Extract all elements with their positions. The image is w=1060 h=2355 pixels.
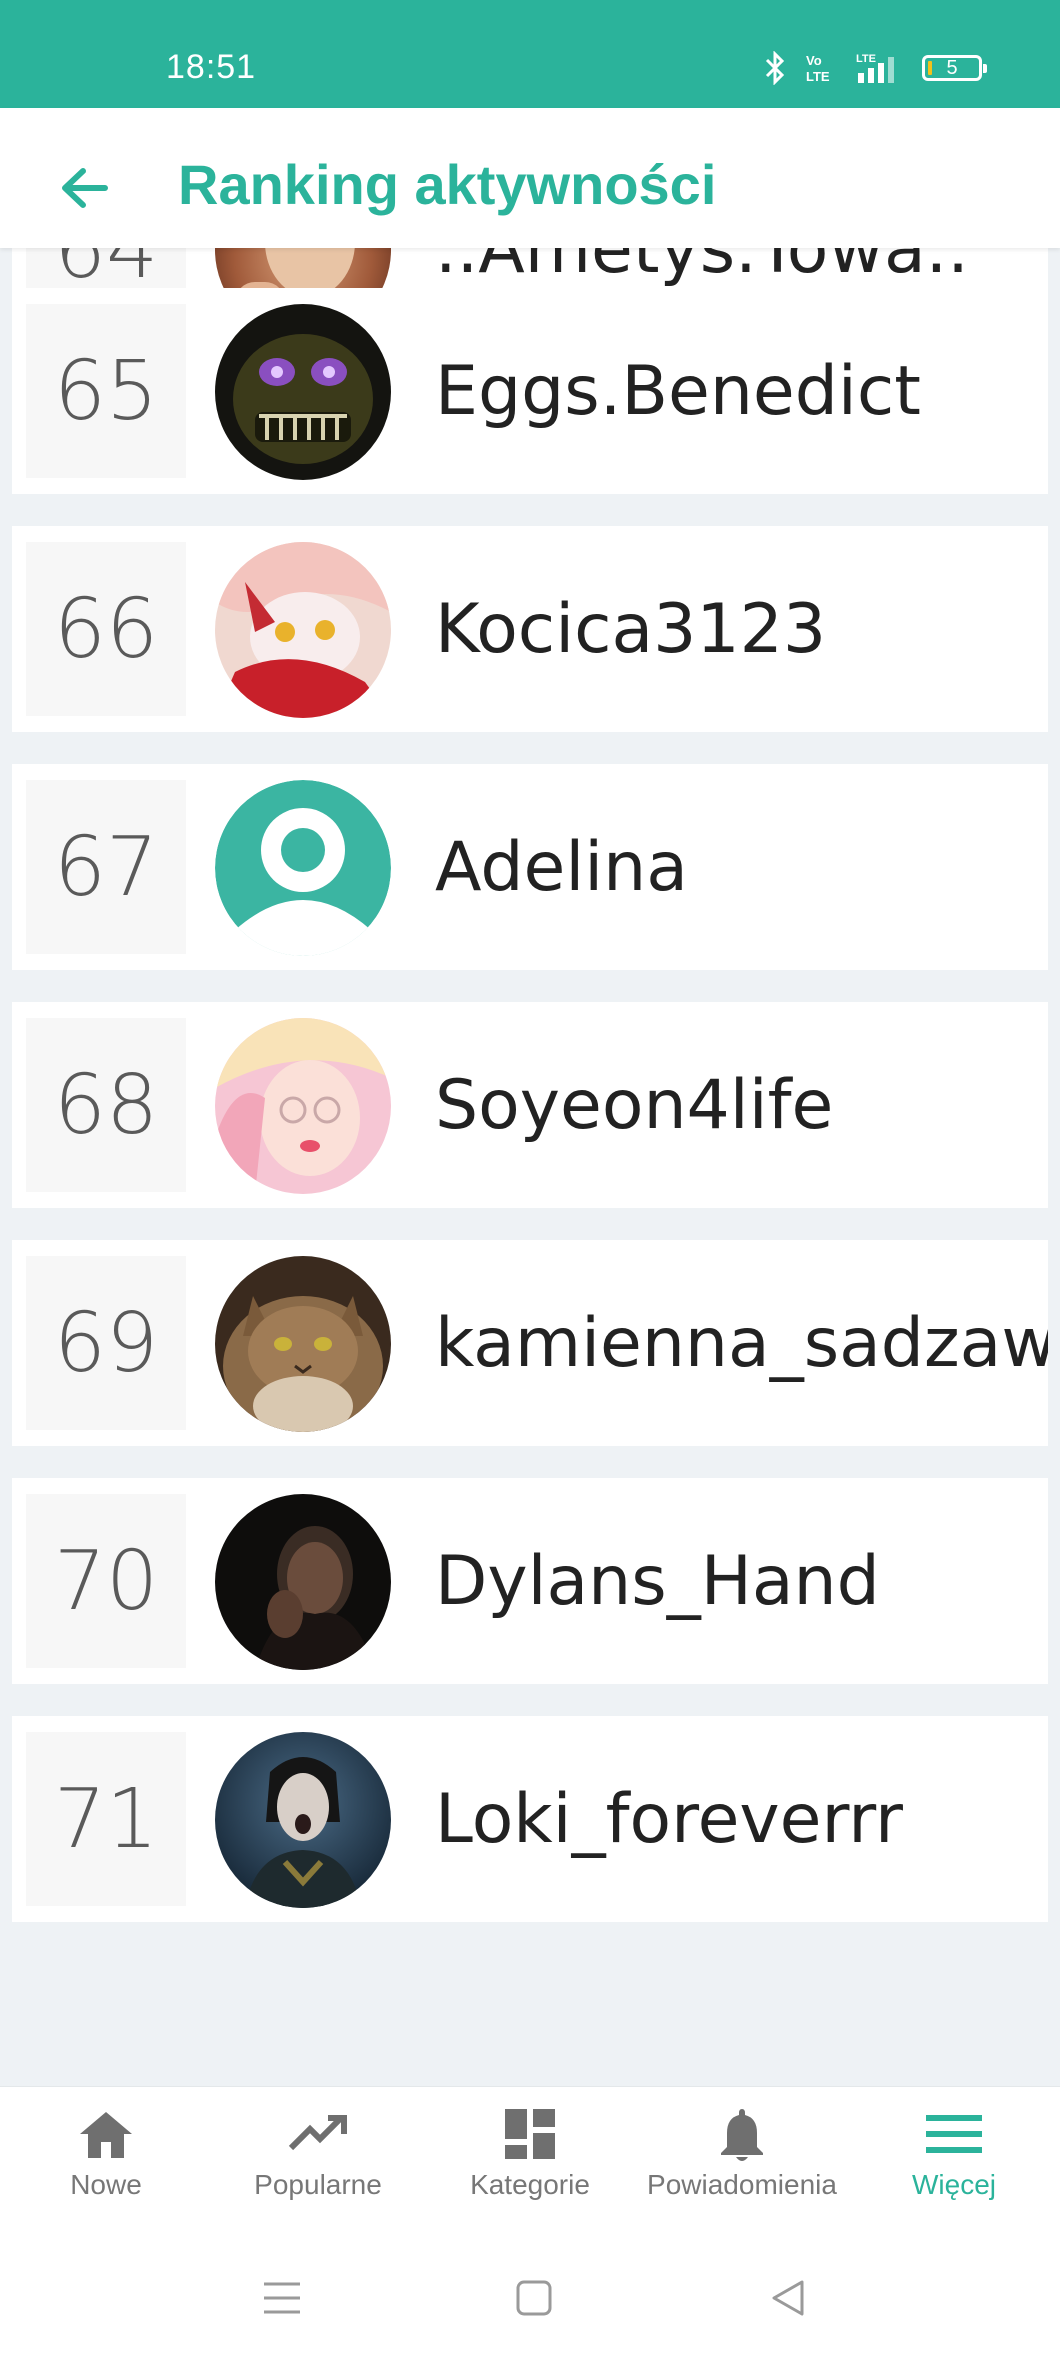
svg-text:LTE: LTE <box>806 69 830 84</box>
rank-box: 70 <box>26 1494 186 1668</box>
ranking-row[interactable]: 71 Loki_foreverrr <box>12 1716 1048 1922</box>
home-button[interactable] <box>504 2268 564 2328</box>
ranking-row[interactable]: 68 Soyeon4life <box>12 1002 1048 1208</box>
username[interactable]: Soyeon4life <box>435 1002 833 1208</box>
nav-item-kategorie[interactable]: Kategorie <box>424 2087 636 2235</box>
rank-number: 65 <box>53 343 159 439</box>
recent-apps-button[interactable] <box>252 2268 312 2328</box>
nav-label: Nowe <box>70 2169 142 2200</box>
menu-icon <box>926 2103 982 2165</box>
nav-label: Więcej <box>911 2169 996 2200</box>
username[interactable]: Eggs.Benedict <box>435 288 921 494</box>
ranking-row[interactable]: 65 Eggs.Benedict <box>12 288 1048 494</box>
default-avatar-icon[interactable] <box>215 780 391 956</box>
volte-icon: Vo LTE <box>804 51 830 85</box>
home-icon <box>78 2103 134 2165</box>
status-bar: 18:51 Vo LTE LTE 5 <box>0 0 1060 108</box>
app-bar: Ranking aktywności <box>0 108 1060 248</box>
avatar[interactable] <box>215 1018 391 1194</box>
rank-box: 69 <box>26 1256 186 1430</box>
triangle-back-icon <box>772 2280 804 2316</box>
svg-text:LTE: LTE <box>856 53 876 65</box>
avatar[interactable] <box>215 1732 391 1908</box>
rank-box: 68 <box>26 1018 186 1192</box>
ranking-list[interactable]: 64 ..Ametys.Towa.. 65 Eggs.Benedict 66 K… <box>0 248 1060 2088</box>
ranking-row[interactable]: 69 kamienna_sadzawka <box>12 1240 1048 1446</box>
svg-text:Vo: Vo <box>806 53 822 68</box>
nav-item-nowe[interactable]: Nowe <box>0 2087 212 2235</box>
avatar[interactable] <box>215 542 391 718</box>
rank-box: 66 <box>26 542 186 716</box>
rank-number: 70 <box>53 1533 159 1629</box>
system-nav-bar <box>0 2234 1060 2355</box>
nav-label: Kategorie <box>470 2169 590 2200</box>
battery-icon: 5 <box>922 55 987 81</box>
username[interactable]: kamienna_sadzawka <box>435 1240 1048 1446</box>
nav-item-popularne[interactable]: Popularne <box>212 2087 424 2235</box>
rank-number: 66 <box>53 581 159 677</box>
bottom-nav: Nowe Popularne Kategorie Powiadomienia W… <box>0 2086 1060 2235</box>
status-icons: Vo LTE LTE 5 <box>764 48 987 88</box>
rank-number: 71 <box>53 1771 159 1867</box>
rank-box: 71 <box>26 1732 186 1906</box>
menu-lines-icon <box>264 2282 300 2314</box>
trending-icon <box>288 2103 348 2165</box>
dashboard-icon <box>503 2103 557 2165</box>
username[interactable]: Kocica3123 <box>435 526 826 732</box>
arrow-left-icon <box>62 168 108 208</box>
rank-box: 65 <box>26 304 186 478</box>
avatar[interactable] <box>215 1256 391 1432</box>
page-title: Ranking aktywności <box>178 153 717 216</box>
rank-number: 68 <box>53 1057 159 1153</box>
avatar[interactable] <box>215 1494 391 1670</box>
battery-level: 5 <box>946 56 958 79</box>
rank-box: 67 <box>26 780 186 954</box>
nav-item-wiecej[interactable]: Więcej <box>848 2087 1060 2235</box>
ranking-row[interactable]: 67 Adelina <box>12 764 1048 970</box>
ranking-row[interactable]: 70 Dylans_Hand <box>12 1478 1048 1684</box>
back-button[interactable] <box>48 152 120 224</box>
square-icon <box>516 2280 552 2316</box>
username[interactable]: Loki_foreverrr <box>435 1716 903 1922</box>
username[interactable]: Dylans_Hand <box>435 1478 880 1684</box>
lte-signal-icon: LTE <box>848 51 904 85</box>
bell-icon <box>717 2103 767 2165</box>
bluetooth-icon <box>764 51 786 85</box>
rank-number: 69 <box>53 1295 159 1391</box>
avatar[interactable] <box>215 304 391 480</box>
back-nav-button[interactable] <box>758 2268 818 2328</box>
nav-item-powiadomienia[interactable]: Powiadomienia <box>636 2087 848 2235</box>
username[interactable]: Adelina <box>435 764 688 970</box>
ranking-row[interactable]: 66 Kocica3123 <box>12 526 1048 732</box>
rank-number: 67 <box>53 819 159 915</box>
nav-label: Powiadomienia <box>647 2169 837 2200</box>
nav-label: Popularne <box>254 2169 382 2200</box>
status-time: 18:51 <box>166 48 257 86</box>
